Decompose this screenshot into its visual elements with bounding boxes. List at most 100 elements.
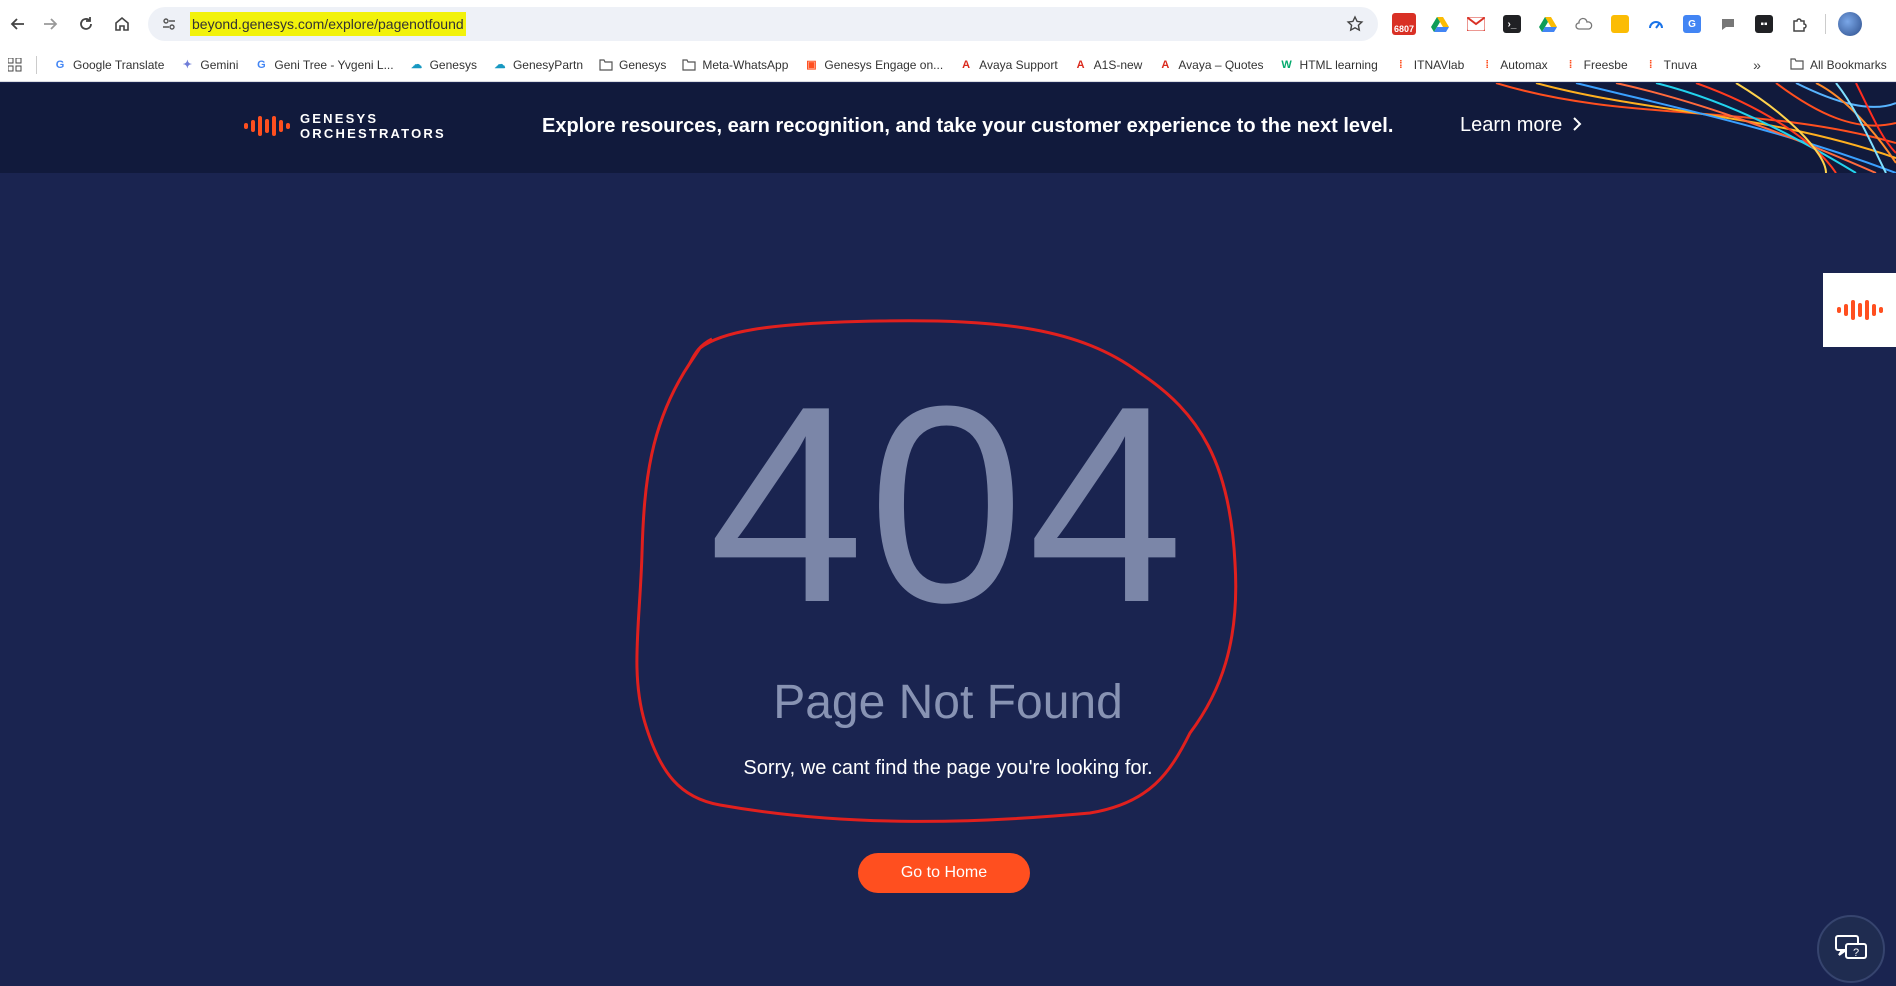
back-arrow-icon[interactable]	[0, 6, 36, 42]
bookmark-item[interactable]: ✦ Gemini	[172, 52, 246, 78]
svg-text:?: ?	[1853, 947, 1859, 959]
site-settings-icon[interactable]	[156, 11, 182, 37]
all-bookmarks-label: All Bookmarks	[1810, 58, 1887, 72]
apps-grid-icon[interactable]	[2, 52, 28, 78]
all-bookmarks-button[interactable]: All Bookmarks	[1790, 52, 1887, 78]
bookmark-item[interactable]: Genesys	[591, 52, 674, 78]
url-highlight: beyond.genesys.com/explore/pagenotfound	[190, 12, 466, 36]
more-bookmarks-chevron-icon[interactable]: »	[1746, 52, 1768, 78]
gemini-icon: ✦	[182, 59, 192, 71]
translate-icon: G	[55, 58, 65, 71]
bookmark-label: Genesys	[429, 57, 477, 72]
bookmark-star-icon[interactable]	[1342, 11, 1368, 37]
folder-icon	[1790, 57, 1804, 73]
avaya-icon: A	[962, 58, 971, 71]
logo-line-1: GENESYS	[300, 111, 379, 126]
bookmark-item[interactable]: A Avaya – Quotes	[1150, 52, 1271, 78]
bookmark-label: Gemini	[200, 57, 239, 72]
banner-message: Explore resources, earn recognition, and…	[542, 115, 1394, 137]
w3-icon: W	[1281, 58, 1292, 71]
genesys-bars-icon	[244, 114, 290, 138]
translate-extension-icon[interactable]: G	[1674, 8, 1710, 40]
avaya-icon: A	[1161, 58, 1170, 71]
media-extension-icon[interactable]: ▪▪	[1746, 8, 1782, 40]
genesys-bars-icon: ⁞	[1485, 58, 1490, 71]
logo-wordmark: GENESYS ORCHESTRATORS	[300, 111, 446, 141]
reload-icon[interactable]	[68, 6, 104, 42]
bookmark-label: Google Translate	[73, 57, 165, 72]
salesforce-cloud-icon: ☁	[494, 59, 506, 71]
address-bar[interactable]: beyond.genesys.com/explore/pagenotfound	[148, 7, 1378, 41]
bookmark-item[interactable]: ⁞ Automax	[1472, 52, 1555, 78]
chat-help-icon: ?	[1835, 935, 1867, 959]
genesys-bars-icon: ⁞	[1648, 58, 1653, 71]
calendar-extension-icon[interactable]: 6807	[1386, 8, 1422, 40]
bookmark-label: Meta-WhatsApp	[702, 57, 789, 72]
home-icon[interactable]	[104, 6, 140, 42]
chat-bubble-extension-icon[interactable]	[1710, 8, 1746, 40]
go-to-home-button[interactable]: Go to Home	[858, 853, 1030, 893]
bookmark-item[interactable]: ☁ GenesyPartn	[485, 52, 591, 78]
google-drive-icon[interactable]	[1422, 8, 1458, 40]
bookmark-item[interactable]: ▣ Genesys Engage on...	[796, 52, 951, 78]
bookmark-label: A1S-new	[1093, 57, 1143, 72]
bookmark-label: Automax	[1500, 57, 1548, 72]
bookmark-item[interactable]: A Avaya Support	[951, 52, 1066, 78]
extensions-row: 6807 ›_ G ▪▪	[1386, 8, 1868, 40]
bookmark-label: Freesbe	[1583, 57, 1628, 72]
salesforce-cloud-icon: ☁	[411, 59, 423, 71]
google-drive-icon-2[interactable]	[1530, 8, 1566, 40]
avatar	[1838, 12, 1862, 36]
genesys-orchestrators-logo[interactable]: GENESYS ORCHESTRATORS	[244, 111, 446, 141]
cloud-extension-icon[interactable]	[1566, 8, 1602, 40]
genesys-bars-icon: ⁞	[1568, 58, 1573, 71]
folder-icon	[682, 58, 696, 72]
bookmarks-bar: G Google Translate ✦ Gemini G Geni Tree - Yvg…	[0, 48, 1896, 82]
bookmark-item[interactable]: A A1S-new	[1066, 52, 1151, 78]
bookmark-item[interactable]: G Google Translate	[45, 52, 172, 78]
bookmark-label: HTML learning	[1299, 57, 1378, 72]
bookmark-label: Avaya Support	[979, 57, 1058, 72]
bookmark-label: Avaya – Quotes	[1178, 57, 1264, 72]
genesys-bars-icon: ⁞	[1398, 58, 1403, 71]
terminal-extension-icon[interactable]: ›_	[1494, 8, 1530, 40]
page-content: GENESYS ORCHESTRATORS Explore resources,…	[0, 83, 1896, 986]
toolbar-divider	[1818, 8, 1832, 40]
promo-banner: GENESYS ORCHESTRATORS Explore resources,…	[0, 83, 1896, 173]
bookmark-label: Tnuva	[1663, 57, 1698, 72]
bookmark-label: ITNAVlab	[1413, 57, 1465, 72]
genesys-engage-icon: ▣	[806, 59, 817, 71]
folder-icon	[599, 58, 613, 72]
bookmark-item[interactable]: Meta-WhatsApp	[674, 52, 796, 78]
bookmark-item[interactable]: W HTML learning	[1272, 52, 1386, 78]
bookmark-list: G Google Translate ✦ Gemini G Geni Tree - Yvg…	[45, 52, 1705, 78]
bookmark-item[interactable]: ☁ Genesys	[402, 52, 485, 78]
browser-toolbar: beyond.genesys.com/explore/pagenotfound …	[0, 0, 1896, 48]
url-text[interactable]: beyond.genesys.com/explore/pagenotfound	[190, 12, 466, 36]
profile-avatar[interactable]	[1832, 8, 1868, 40]
puzzle-extensions-icon[interactable]	[1782, 8, 1818, 40]
genesys-bars-icon	[1836, 298, 1883, 322]
bookmark-label: GenesyPartn	[512, 57, 583, 72]
forward-arrow-icon[interactable]	[32, 6, 68, 42]
help-chat-button[interactable]: ?	[1817, 915, 1885, 983]
logo-line-2: ORCHESTRATORS	[300, 126, 446, 141]
bookmark-item[interactable]: ⁞ ITNAVlab	[1386, 52, 1472, 78]
speed-gauge-icon[interactable]	[1638, 8, 1674, 40]
genesys-side-widget[interactable]	[1823, 273, 1896, 347]
banner-decorative-lines	[1495, 83, 1896, 173]
bookmark-label: Geni Tree - Yvgeni L...	[274, 57, 394, 72]
error-message: Sorry, we cant find the page you're look…	[743, 757, 1153, 779]
avaya-icon: A	[1076, 58, 1085, 71]
bookmark-item[interactable]: ⁞ Freesbe	[1556, 52, 1636, 78]
bookmark-label: Genesys Engage on...	[824, 57, 944, 72]
keep-notes-icon[interactable]	[1602, 8, 1638, 40]
calendar-badge: 6807	[1392, 13, 1416, 35]
error-title: Page Not Found	[773, 676, 1123, 729]
bookmark-label: Genesys	[619, 57, 667, 72]
gmail-icon[interactable]	[1458, 8, 1494, 40]
bookmarks-divider	[36, 55, 37, 74]
bookmark-item[interactable]: ⁞ Tnuva	[1636, 52, 1705, 78]
bookmark-item[interactable]: G Geni Tree - Yvgeni L...	[246, 52, 401, 78]
error-code: 404	[708, 349, 1188, 661]
